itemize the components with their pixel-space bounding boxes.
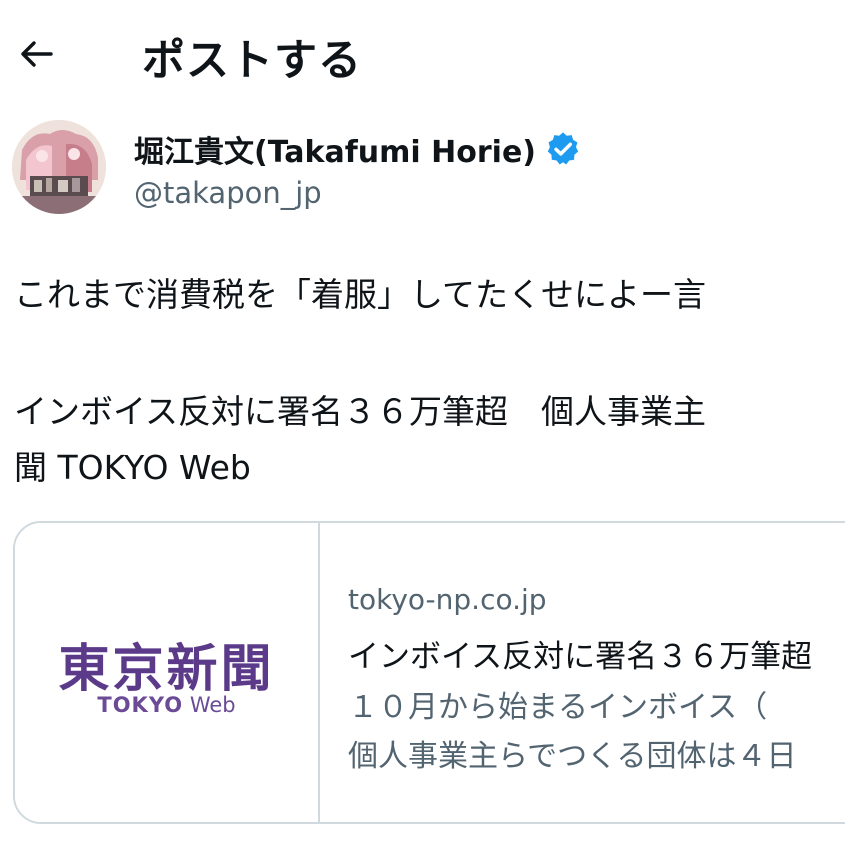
card-description-line: 個人事業主らでつくる団体は４日 [348,739,797,774]
card-title: インボイス反対に署名３６万筆超 [348,639,813,675]
arrow-left-icon [21,41,53,67]
avatar-image [12,120,106,214]
back-button[interactable] [14,32,58,76]
card-logo-image: 東京新聞 TOKYO Web [15,523,320,822]
page-title: ポストする [142,36,362,86]
verified-badge-icon [547,132,579,165]
card-domain: tokyo-np.co.jp [348,583,547,616]
logo-en-bold: TOKYO [97,693,184,717]
card-description-line: １０月から始まるインボイス（ [348,690,768,725]
post-page: ポストする 堀江貴文(Takafumi Horie) @takapon_jp こ… [0,0,845,845]
tweet-text-line: インボイス反対に署名３６万筆超 個人事業主 [14,392,707,431]
logo-en-light: Web [189,693,236,717]
header: ポストする [0,0,845,110]
author-handle[interactable]: @takapon_jp [134,176,322,210]
author-name-label: 堀江貴文(Takafumi Horie) [134,135,536,170]
tokyo-web-logo: TOKYO Web [15,693,318,717]
tokyo-shimbun-logo: 東京新聞 [58,639,275,699]
author-name[interactable]: 堀江貴文(Takafumi Horie) [134,127,582,171]
link-card[interactable]: 東京新聞 TOKYO Web tokyo-np.co.jp インボイス反対に署名… [13,521,845,824]
tweet-text-line: 聞 TOKYO Web [14,448,251,487]
avatar[interactable] [12,120,106,214]
tweet-text-line: これまで消費税を「着服」してたくせによー言 [14,275,707,314]
